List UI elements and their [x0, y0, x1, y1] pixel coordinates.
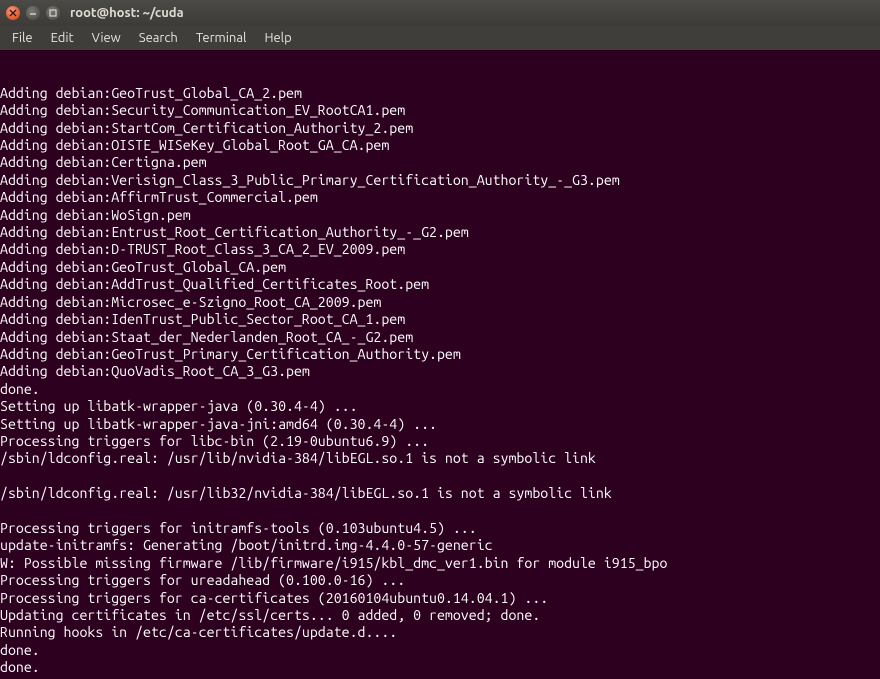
- terminal-line: [0, 468, 880, 485]
- menu-terminal[interactable]: Terminal: [188, 29, 255, 47]
- terminal-line: Processing triggers for ca-certificates …: [0, 590, 880, 607]
- terminal-line: Adding debian:Certigna.pem: [0, 154, 880, 171]
- terminal-line: Adding debian:StartCom_Certification_Aut…: [0, 120, 880, 137]
- terminal-line: Adding debian:D-TRUST_Root_Class_3_CA_2_…: [0, 241, 880, 258]
- terminal-line: Adding debian:GeoTrust_Global_CA_2.pem: [0, 85, 880, 102]
- terminal-line: done.: [0, 659, 880, 676]
- terminal-line: Processing triggers for libc-bin (2.19-0…: [0, 433, 880, 450]
- terminal-line: Adding debian:Security_Communication_EV_…: [0, 102, 880, 119]
- terminal-line: W: Possible missing firmware /lib/firmwa…: [0, 555, 880, 572]
- terminal-line: Adding debian:Entrust_Root_Certification…: [0, 224, 880, 241]
- terminal-line: [0, 503, 880, 520]
- terminal-line: Adding debian:Microsec_e-Szigno_Root_CA_…: [0, 294, 880, 311]
- terminal-line: Adding debian:OISTE_WISeKey_Global_Root_…: [0, 137, 880, 154]
- terminal-line: update-initramfs: Generating /boot/initr…: [0, 537, 880, 554]
- terminal-line: Adding debian:Staat_der_Nederlanden_Root…: [0, 329, 880, 346]
- terminal-line: Adding debian:GeoTrust_Primary_Certifica…: [0, 346, 880, 363]
- maximize-icon[interactable]: [46, 6, 60, 20]
- terminal-line: Setting up libatk-wrapper-java-jni:amd64…: [0, 416, 880, 433]
- terminal-line: Adding debian:WoSign.pem: [0, 207, 880, 224]
- window-title: root@host: ~/cuda: [70, 6, 184, 20]
- terminal-line: Updating certificates in /etc/ssl/certs.…: [0, 607, 880, 624]
- menu-edit[interactable]: Edit: [43, 29, 82, 47]
- terminal-line: /sbin/ldconfig.real: /usr/lib/nvidia-384…: [0, 450, 880, 467]
- minimize-icon[interactable]: [26, 6, 40, 20]
- window-titlebar: root@host: ~/cuda: [0, 0, 880, 26]
- terminal-line: Adding debian:AffirmTrust_Commercial.pem: [0, 189, 880, 206]
- terminal-line: Adding debian:Verisign_Class_3_Public_Pr…: [0, 172, 880, 189]
- terminal-line: Adding debian:GeoTrust_Global_CA.pem: [0, 259, 880, 276]
- terminal-line: Processing triggers for initramfs-tools …: [0, 520, 880, 537]
- menu-help[interactable]: Help: [256, 29, 299, 47]
- terminal-line: /sbin/ldconfig.real: /usr/lib32/nvidia-3…: [0, 485, 880, 502]
- terminal-line: Running hooks in /etc/ca-certificates/up…: [0, 624, 880, 641]
- terminal-line: Adding debian:AddTrust_Qualified_Certifi…: [0, 276, 880, 293]
- close-icon[interactable]: [6, 6, 20, 20]
- terminal-line: Processing triggers for ureadahead (0.10…: [0, 572, 880, 589]
- terminal-line: Adding debian:IdenTrust_Public_Sector_Ro…: [0, 311, 880, 328]
- terminal-line: done.: [0, 381, 880, 398]
- menu-view[interactable]: View: [84, 29, 129, 47]
- terminal-line: done.: [0, 642, 880, 659]
- terminal-line: Setting up libatk-wrapper-java (0.30.4-4…: [0, 398, 880, 415]
- menu-search[interactable]: Search: [131, 29, 186, 47]
- terminal-viewport[interactable]: Adding debian:GeoTrust_Global_CA_2.pemAd…: [0, 50, 880, 679]
- window-controls: [6, 6, 60, 20]
- terminal-line: Adding debian:QuoVadis_Root_CA_3_G3.pem: [0, 363, 880, 380]
- menu-file[interactable]: File: [4, 29, 41, 47]
- menubar: File Edit View Search Terminal Help: [0, 26, 880, 50]
